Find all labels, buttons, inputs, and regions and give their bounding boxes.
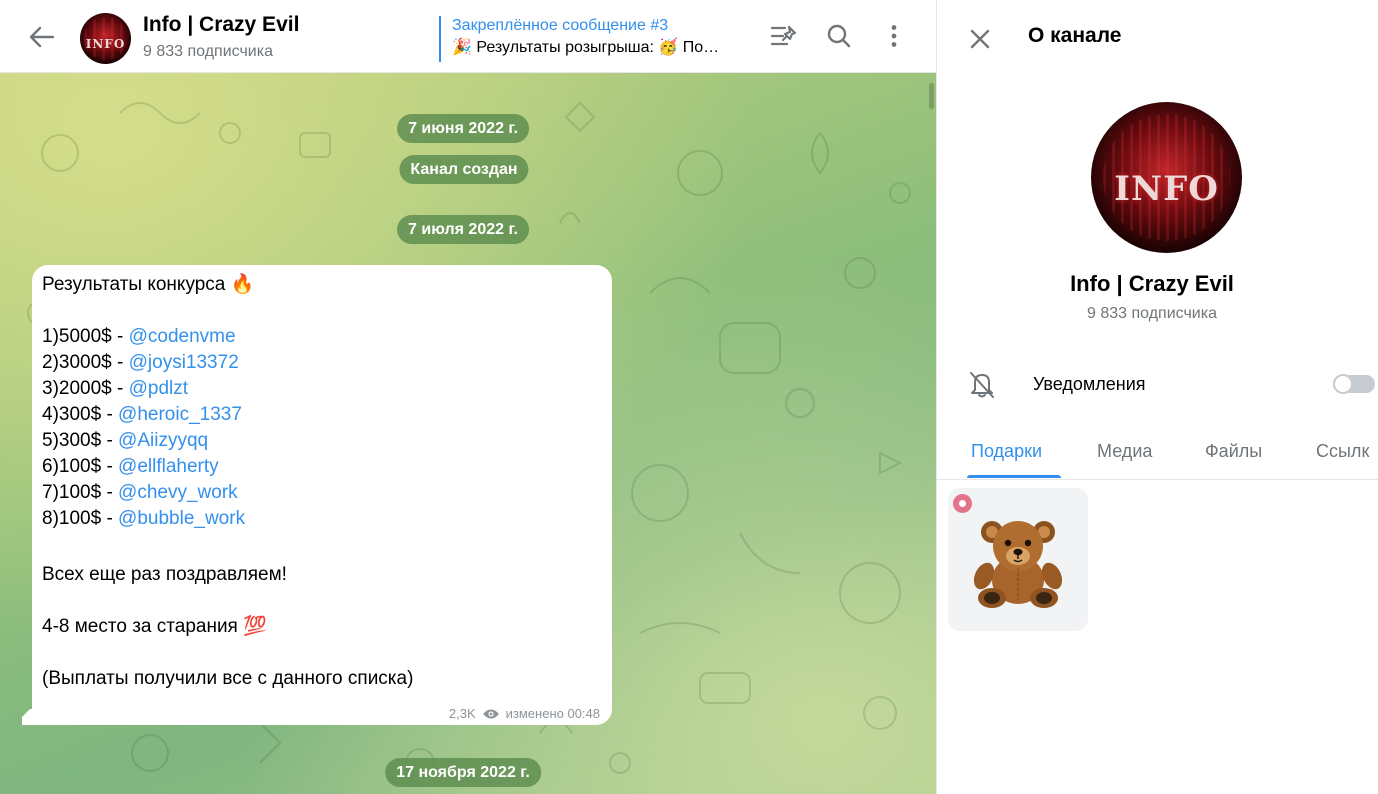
mention-link[interactable]: @chevy_work bbox=[118, 482, 238, 503]
chat-subscribers: 9 833 подписчика bbox=[143, 43, 273, 60]
more-vertical-icon bbox=[891, 25, 897, 47]
chat-header: INFO Info | Crazy Evil 9 833 подписчика … bbox=[0, 0, 936, 73]
channel-avatar[interactable]: INFO bbox=[80, 13, 131, 64]
winner-line: 8)100$ - @bubble_work bbox=[42, 507, 245, 531]
date-separator: 7 июня 2022 г. bbox=[397, 114, 529, 143]
mention-link[interactable]: @ellflaherty bbox=[118, 456, 219, 477]
gift-item[interactable] bbox=[948, 488, 1088, 631]
pinned-list-icon bbox=[770, 25, 797, 46]
chat-scrollbar[interactable] bbox=[929, 83, 934, 109]
mention-link[interactable]: @pdlzt bbox=[129, 378, 188, 399]
winner-prize: 8)100$ - bbox=[42, 508, 119, 529]
more-button[interactable] bbox=[878, 20, 910, 52]
close-button[interactable] bbox=[965, 24, 995, 54]
winner-prize: 3)2000$ - bbox=[42, 378, 129, 399]
search-button[interactable] bbox=[823, 20, 855, 52]
mention-link[interactable]: @joysi13372 bbox=[129, 352, 239, 373]
winner-line: 4)300$ - @heroic_1337 bbox=[42, 403, 242, 427]
chat-column: INFO Info | Crazy Evil 9 833 подписчика … bbox=[0, 0, 936, 794]
views-count: 2,3K bbox=[448, 706, 476, 721]
winner-line: 7)100$ - @chevy_work bbox=[42, 481, 238, 505]
pinned-message[interactable]: Закреплённое сообщение #3 🎉 Результаты р… bbox=[439, 16, 749, 62]
winner-line: 5)300$ - @Aiizyyqq bbox=[42, 429, 208, 453]
toggle-knob bbox=[1333, 374, 1353, 394]
mention-link[interactable]: @Aiizyyqq bbox=[118, 430, 208, 451]
back-button[interactable] bbox=[24, 22, 60, 52]
pinned-list-button[interactable] bbox=[768, 20, 800, 52]
profile-avatar[interactable]: INFO bbox=[1091, 102, 1242, 253]
winner-prize: 6)100$ - bbox=[42, 456, 119, 477]
edited-time: изменено 00:48 bbox=[505, 706, 600, 721]
service-message: Канал создан bbox=[399, 155, 529, 184]
channel-info-panel: О канале INFO Info | Crazy Evil 9 833 по… bbox=[936, 0, 1378, 794]
notifications-toggle[interactable] bbox=[1333, 374, 1375, 394]
winner-line: 1)5000$ - @codenvme bbox=[42, 325, 236, 349]
date-separator: 17 ноября 2022 г. bbox=[385, 758, 541, 787]
notifications-row[interactable]: Уведомления bbox=[937, 360, 1378, 410]
tab-gifts[interactable]: Подарки bbox=[971, 441, 1042, 462]
pinned-title: Закреплённое сообщение #3 bbox=[452, 17, 669, 34]
winner-line: 3)2000$ - @pdlzt bbox=[42, 377, 188, 401]
message-payout: (Выплаты получили все с данного списка) bbox=[42, 668, 414, 689]
close-icon bbox=[970, 29, 990, 49]
message-places: 4-8 место за старания 💯 bbox=[42, 616, 267, 637]
mention-link[interactable]: @heroic_1337 bbox=[118, 404, 242, 425]
notifications-label: Уведомления bbox=[1033, 374, 1146, 394]
winner-prize: 4)300$ - bbox=[42, 404, 119, 425]
profile-subscribers: 9 833 подписчика bbox=[1087, 305, 1217, 322]
profile-tabs: Подарки Медиа Файлы Ссылк bbox=[937, 430, 1378, 480]
winner-prize: 5)300$ - bbox=[42, 430, 119, 451]
panel-title: О канале bbox=[1028, 24, 1122, 47]
avatar-logo-text: INFO bbox=[85, 36, 126, 51]
back-arrow-icon bbox=[29, 26, 55, 48]
message-meta: 2,3K изменено 00:48 bbox=[449, 706, 600, 721]
tab-files[interactable]: Файлы bbox=[1205, 441, 1262, 462]
tab-links[interactable]: Ссылк bbox=[1316, 441, 1369, 462]
winner-line: 2)3000$ - @joysi13372 bbox=[42, 351, 239, 375]
winner-prize: 7)100$ - bbox=[42, 482, 119, 503]
pinned-text: 🎉 Результаты розыгрыша: 🥳 По… bbox=[452, 39, 720, 56]
chat-title[interactable]: Info | Crazy Evil bbox=[143, 13, 299, 37]
bell-muted-icon bbox=[970, 372, 994, 398]
active-tab-indicator bbox=[967, 475, 1061, 478]
mention-link[interactable]: @codenvme bbox=[129, 326, 236, 347]
message-title: Результаты конкурса 🔥 bbox=[42, 274, 255, 295]
profile-name: Info | Crazy Evil bbox=[1070, 271, 1234, 296]
winner-prize: 2)3000$ - bbox=[42, 352, 129, 373]
tab-media[interactable]: Медиа bbox=[1097, 441, 1152, 462]
avatar-logo-text: INFO bbox=[1114, 168, 1219, 209]
message-congrats: Всех еще раз поздравляем! bbox=[42, 564, 287, 585]
mention-link[interactable]: @bubble_work bbox=[118, 508, 245, 529]
winner-prize: 1)5000$ - bbox=[42, 326, 129, 347]
eye-icon bbox=[482, 709, 499, 718]
search-icon bbox=[827, 24, 851, 48]
date-separator: 7 июля 2022 г. bbox=[397, 215, 529, 244]
winner-line: 6)100$ - @ellflaherty bbox=[42, 455, 219, 479]
teddy-bear-icon bbox=[973, 521, 1063, 608]
message-bubble[interactable]: Результаты конкурса 🔥 1)5000$ - @codenvm… bbox=[32, 265, 612, 725]
